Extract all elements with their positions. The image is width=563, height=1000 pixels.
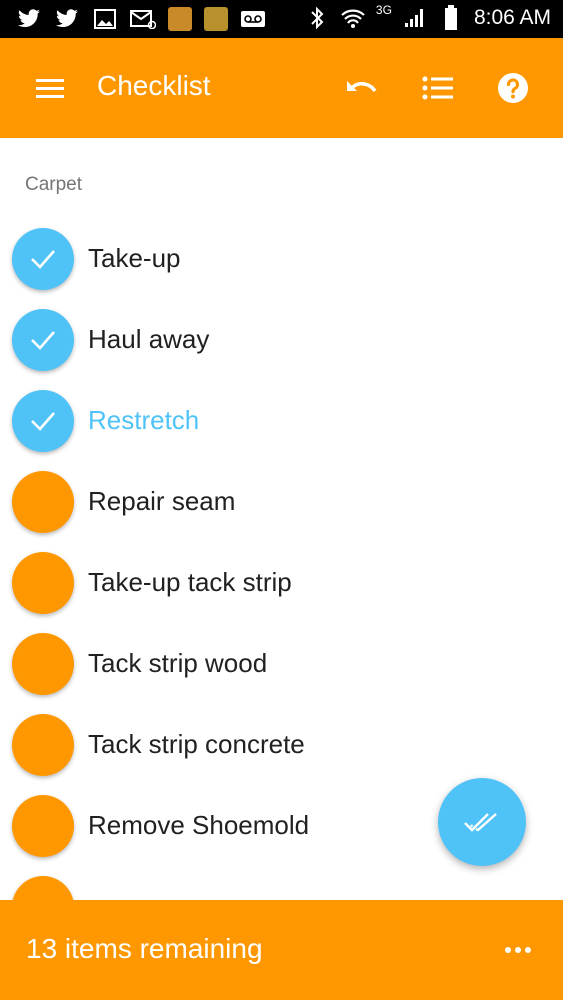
checkmark-icon: [31, 411, 55, 431]
double-check-icon: [464, 813, 497, 832]
item-label: Tack strip wood: [88, 648, 268, 678]
checklist-item[interactable]: Repair seam: [0, 461, 563, 542]
signal-icon: [402, 6, 428, 30]
item-label: Repair seam: [88, 486, 236, 516]
check-circle[interactable]: [12, 551, 74, 614]
status-bar: 3G 8:06 AM: [0, 0, 563, 38]
checklist-item[interactable]: Restretch: [0, 380, 563, 461]
notification-icons: [16, 7, 266, 31]
more-icon: [505, 947, 511, 953]
check-circle[interactable]: [12, 875, 74, 900]
undo-icon: [347, 81, 377, 93]
checklist-item[interactable]: Take-up: [0, 218, 563, 299]
menu-icon[interactable]: [36, 74, 64, 102]
bluetooth-icon: [304, 6, 330, 30]
email-icon: [130, 7, 156, 31]
section-header: Carpet: [25, 174, 83, 195]
battery-icon: [438, 5, 464, 30]
system-icons: 3G 8:06 AM: [304, 3, 551, 30]
checklist-item[interactable]: Haul away: [0, 299, 563, 380]
check-circle[interactable]: [12, 632, 74, 695]
check-circle[interactable]: [12, 227, 74, 290]
item-label: Take-up: [88, 243, 181, 273]
app-icon: [168, 7, 192, 31]
list-view-button[interactable]: [418, 68, 458, 108]
image-icon: [92, 7, 118, 31]
check-circle[interactable]: [12, 794, 74, 857]
app-icon: [204, 7, 228, 31]
network-type: 3G: [375, 3, 392, 17]
help-button[interactable]: [493, 68, 533, 108]
app-bar: Checklist: [0, 38, 563, 138]
check-all-button[interactable]: [438, 778, 526, 866]
check-circle[interactable]: [12, 308, 74, 371]
clock: 8:06 AM: [473, 6, 551, 29]
bottom-bar: 13 items remaining: [0, 900, 563, 1000]
item-label: Take-up tack strip: [88, 567, 292, 597]
page-title: Checklist: [97, 70, 211, 101]
checklist-item[interactable]: Tack strip concrete: [0, 704, 563, 785]
item-label: Tack strip concrete: [88, 729, 305, 759]
undo-button[interactable]: [342, 68, 382, 108]
more-options-button[interactable]: [503, 938, 533, 962]
item-label: Restretch: [88, 405, 200, 435]
item-label: Haul away: [88, 324, 210, 354]
checkmark-icon: [31, 330, 55, 350]
checkmark-icon: [31, 249, 55, 269]
check-circle[interactable]: [12, 389, 74, 452]
help-icon: [498, 73, 528, 103]
checklist-item[interactable]: [0, 866, 563, 900]
checklist-item[interactable]: Take-up tack strip: [0, 542, 563, 623]
wifi-icon: [340, 6, 366, 30]
check-circle[interactable]: [12, 713, 74, 776]
items-remaining-label: 13 items remaining: [26, 933, 263, 964]
twitter-icon: [54, 7, 80, 31]
check-circle[interactable]: [12, 470, 74, 533]
item-label: Remove Shoemold: [88, 810, 310, 840]
twitter-icon: [16, 7, 42, 31]
list-icon: [422, 76, 453, 100]
checklist-item[interactable]: Tack strip wood: [0, 623, 563, 704]
voicemail-icon: [240, 7, 266, 31]
